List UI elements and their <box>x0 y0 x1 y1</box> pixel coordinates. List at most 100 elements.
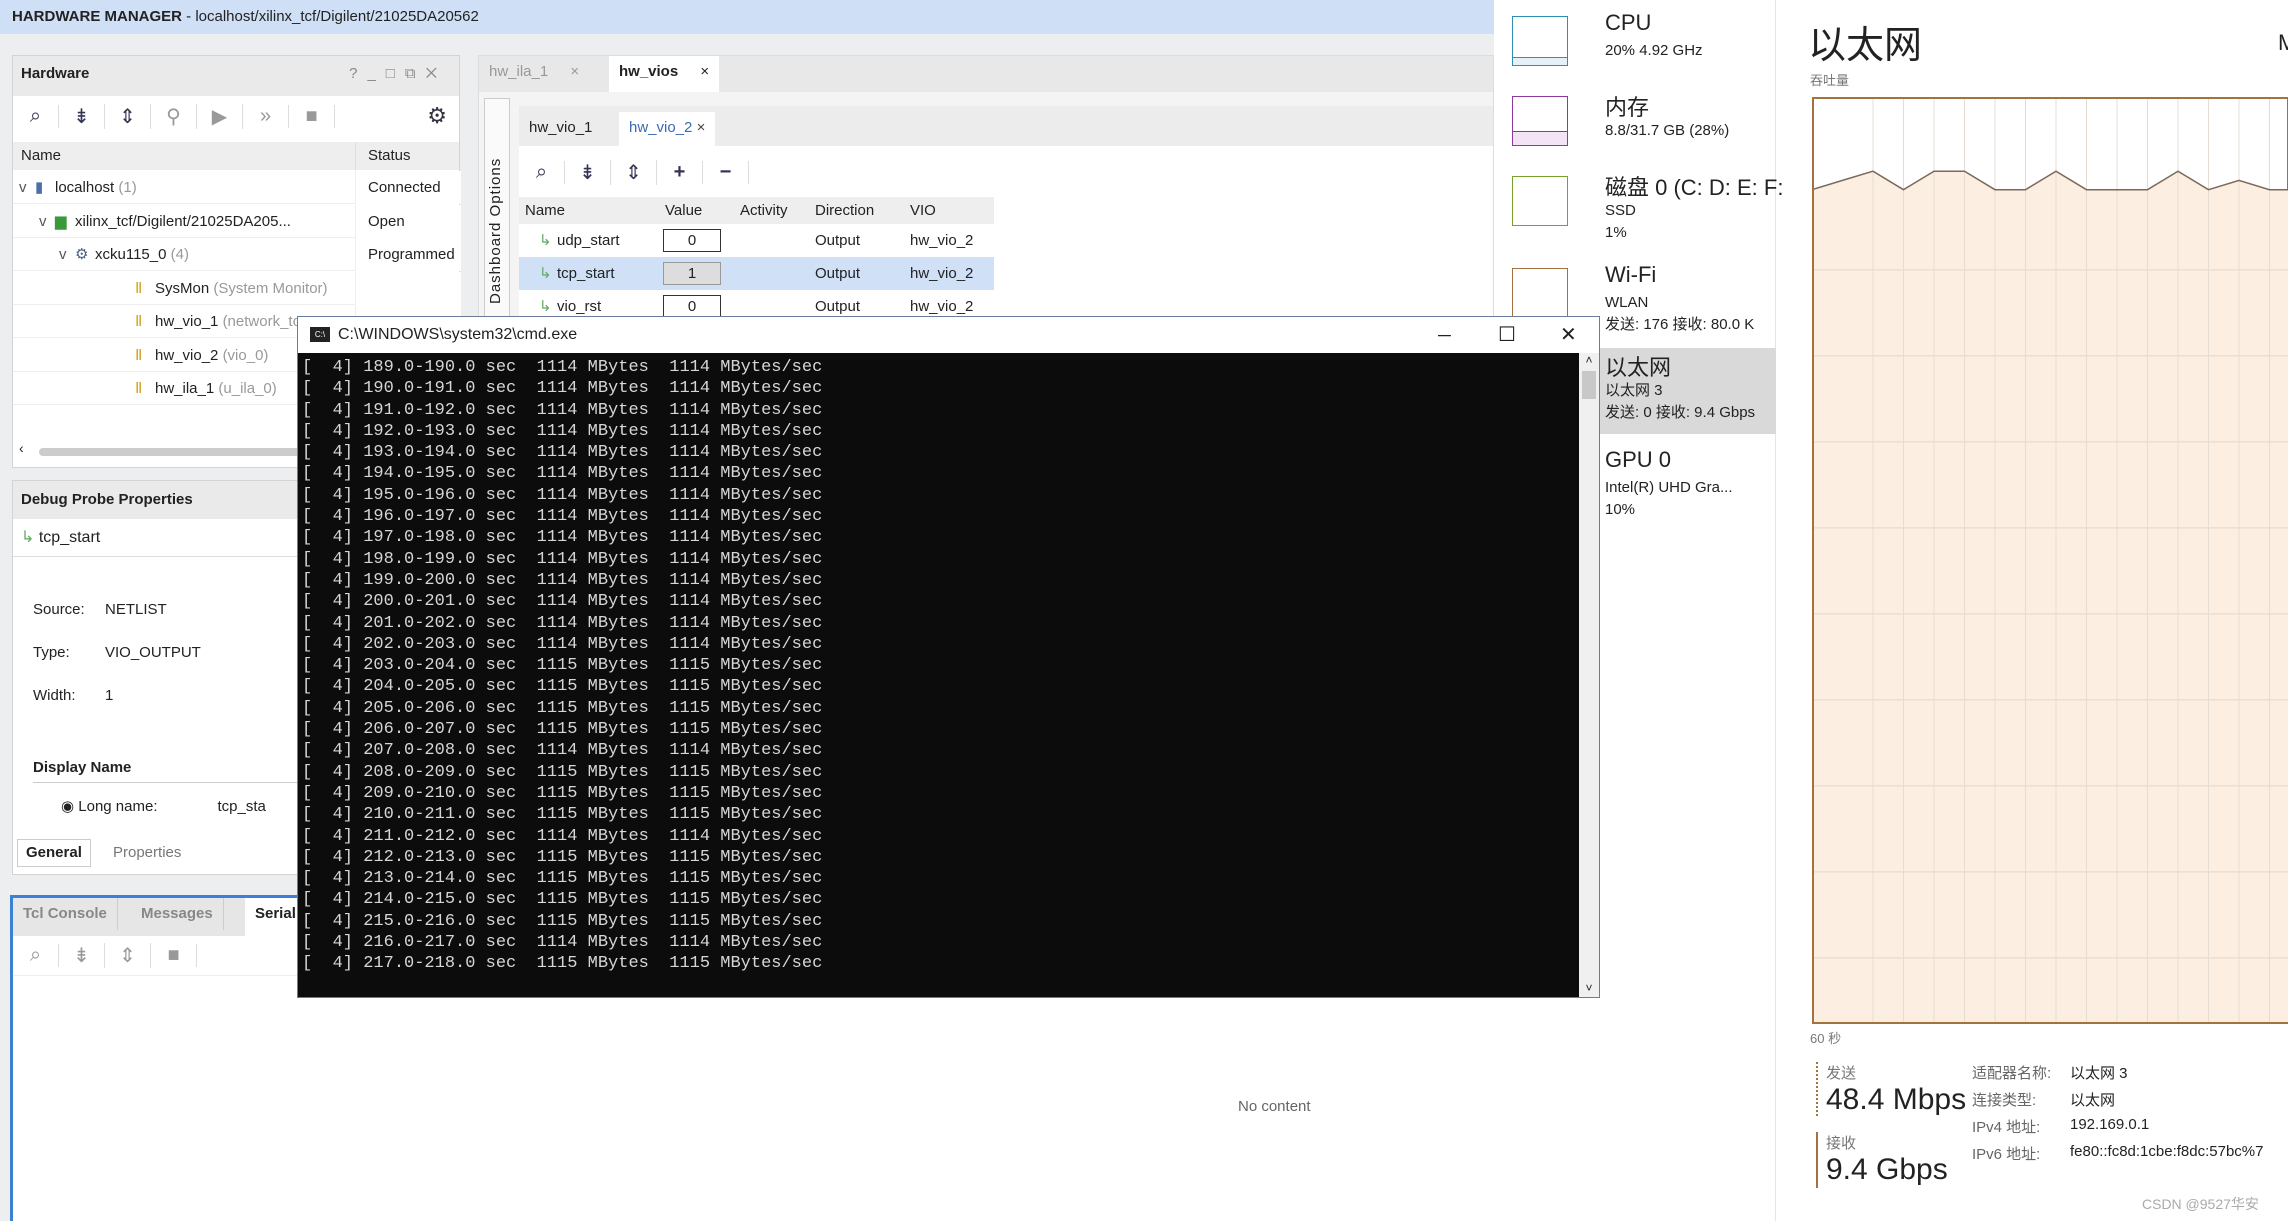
stop-icon[interactable]: ■ <box>151 944 197 967</box>
column-header[interactable]: VIO <box>910 197 936 224</box>
tree-row[interactable]: Ⅱ SysMon (System Monitor) <box>13 271 461 305</box>
probe-direction: Output <box>815 232 861 249</box>
run-forward-icon[interactable]: » <box>243 104 289 128</box>
probe-icon: ↳ <box>539 232 552 249</box>
tree-row[interactable]: v ⚙ xcku115_0 (4) Programmed <box>13 238 461 271</box>
close-icon[interactable]: × <box>700 63 709 80</box>
scroll-down-icon[interactable]: ˅ <box>1579 981 1599 995</box>
long-name-option[interactable]: ◉ Long name: tcp_sta <box>61 797 266 815</box>
expand-all-icon[interactable]: ⇕ <box>105 103 151 129</box>
auto-connect-icon[interactable]: ⚲ <box>151 103 197 129</box>
cmd-icon: C:\ <box>310 327 330 342</box>
cmd-scrollbar[interactable]: ˄ ˅ <box>1579 353 1599 997</box>
scrollbar-thumb[interactable] <box>1582 371 1596 399</box>
dashboard-options-toggle[interactable]: Dashboard Options <box>484 98 510 318</box>
resource-detail: Intel(R) UHD Gra... <box>1605 479 1733 496</box>
tree-item-status <box>355 271 461 305</box>
column-header[interactable]: Activity <box>740 197 788 224</box>
scroll-up-icon[interactable]: ˄ <box>1579 353 1599 367</box>
tree-item-status: Programmed <box>355 238 461 271</box>
tree-row[interactable]: v ▮ localhost (1) Connected <box>13 171 461 204</box>
dashboard-options-label: Dashboard Options <box>487 157 504 304</box>
probe-vio: hw_vio_2 <box>910 265 974 282</box>
cmd-line: [ 4] 196.0-197.0 sec 1114 MBytes 1114 MB… <box>302 507 823 527</box>
probe-value-input[interactable]: 0 <box>663 295 721 318</box>
collapse-all-icon[interactable]: ⇟ <box>565 159 611 185</box>
resource-detail: 20% 4.92 GHz <box>1605 42 1703 59</box>
resource-detail: 8.8/31.7 GB (28%) <box>1605 122 1730 139</box>
panel-controls[interactable]: ?_□⧉✕ <box>349 56 447 92</box>
core-icon: Ⅱ <box>135 346 143 364</box>
tab-hw-ila-1[interactable]: hw_ila_1 × <box>479 56 589 88</box>
receive-label: 接收 <box>1826 1135 1857 1152</box>
cmd-title: C:\WINDOWS\system32\cmd.exe <box>338 326 578 343</box>
tree-item-detail: (vio_0) <box>222 346 269 364</box>
vio-probe-row[interactable]: ↳ udp_start 0 Output hw_vio_2 <box>519 224 994 257</box>
tree-item-name: xilinx_tcf/Digilent/21025DA205... <box>75 212 291 230</box>
stop-icon[interactable]: ■ <box>289 104 335 128</box>
add-probe-icon[interactable]: + <box>657 160 703 184</box>
tree-row[interactable]: v ▆ xilinx_tcf/Digilent/21025DA205... Open <box>13 204 461 238</box>
tab-hw-vios[interactable]: hw_vios × <box>609 56 720 92</box>
cmd-line: [ 4] 211.0-212.0 sec 1114 MBytes 1114 MB… <box>302 826 823 846</box>
col-name[interactable]: Name <box>21 142 61 170</box>
close-icon[interactable]: ✕ <box>1560 317 1577 353</box>
resource-name: 以太网 <box>1605 355 1672 380</box>
search-icon[interactable]: ⌕ <box>13 944 59 967</box>
cmd-line: [ 4] 207.0-208.0 sec 1114 MBytes 1114 MB… <box>302 741 823 761</box>
scroll-left-icon[interactable]: ‹ <box>19 440 24 456</box>
resource-item[interactable]: 内存 8.8/31.7 GB (28%) <box>1494 88 1776 174</box>
collapse-all-icon[interactable]: ⇟ <box>59 943 105 968</box>
cmd-output[interactable]: [ 4] 189.0-190.0 sec 1114 MBytes 1114 MB… <box>298 353 1578 997</box>
radio-selected-icon[interactable]: ◉ <box>61 798 78 815</box>
vio-probe-table: Name Value Activity Direction VIO ↳ udp_start 0… <box>519 197 994 323</box>
probe-value-input[interactable]: 1 <box>663 262 721 285</box>
cmd-line: [ 4] 195.0-196.0 sec 1114 MBytes 1114 MB… <box>302 485 823 505</box>
resource-detail: 以太网 3 <box>1605 382 1663 399</box>
cmd-titlebar[interactable]: C:\ C:\WINDOWS\system32\cmd.exe ─ ☐ ✕ <box>298 317 1599 353</box>
resource-detail: WLAN <box>1605 294 1649 311</box>
vio-probe-row[interactable]: ↳ tcp_start 1 Output hw_vio_2 <box>519 257 994 290</box>
receive-value: 9.4 Gbps <box>1826 1153 1948 1186</box>
tab-messages[interactable]: Messages <box>131 898 224 930</box>
tree-item-detail: (4) <box>170 246 189 263</box>
detail-label: IPv4 地址: <box>1972 1119 2041 1136</box>
tab-hw-vio-1[interactable]: hw_vio_1 <box>519 112 602 144</box>
property-value: 1 <box>105 687 114 704</box>
column-header[interactable]: Value <box>665 197 702 224</box>
resource-detail: 10% <box>1605 501 1636 518</box>
expand-all-icon[interactable]: ⇕ <box>611 159 657 185</box>
tab-hw-vio-2[interactable]: hw_vio_2 × <box>619 112 716 146</box>
resource-item[interactable]: 磁盘 0 (C: D: E: F: SSD 1% <box>1494 168 1783 254</box>
column-header[interactable]: Direction <box>815 197 874 224</box>
tab-general[interactable]: General <box>17 839 91 867</box>
close-icon[interactable]: × <box>570 63 579 80</box>
detail-title: 以太网 <box>1808 25 1923 67</box>
column-header[interactable]: Name <box>525 197 565 224</box>
maximize-icon[interactable]: ☐ <box>1498 317 1516 353</box>
cmd-line: [ 4] 193.0-194.0 sec 1114 MBytes 1114 MB… <box>302 443 823 463</box>
cmd-line: [ 4] 197.0-198.0 sec 1114 MBytes 1114 MB… <box>302 528 823 548</box>
chevron-down-icon[interactable]: v <box>39 205 47 238</box>
cmd-line: [ 4] 194.0-195.0 sec 1114 MBytes 1114 MB… <box>302 464 823 484</box>
expand-all-icon[interactable]: ⇕ <box>105 943 151 968</box>
collapse-all-icon[interactable]: ⇟ <box>59 103 105 129</box>
resource-detail: 发送: 0 接收: 9.4 Gbps <box>1605 404 1756 421</box>
search-icon[interactable]: ⌕ <box>519 160 565 184</box>
chevron-down-icon[interactable]: v <box>59 238 67 271</box>
gear-icon[interactable]: ⚙ <box>427 103 447 129</box>
close-icon[interactable]: × <box>697 119 706 136</box>
remove-probe-icon[interactable]: − <box>703 160 749 184</box>
resource-thumbnail <box>1512 16 1568 66</box>
minimize-icon[interactable]: ─ <box>1438 317 1451 353</box>
tab-properties[interactable]: Properties <box>113 839 181 867</box>
search-icon[interactable]: ⌕ <box>13 104 59 128</box>
detail-label: 适配器名称: <box>1972 1065 2052 1082</box>
col-status[interactable]: Status <box>355 142 411 170</box>
window-title: HARDWARE MANAGER - localhost/xilinx_tcf/… <box>0 0 1494 34</box>
resource-item[interactable]: CPU 20% 4.92 GHz <box>1494 8 1776 94</box>
chevron-down-icon[interactable]: v <box>19 171 27 204</box>
tab-tcl-console[interactable]: Tcl Console <box>13 898 118 930</box>
run-icon[interactable]: ▶ <box>197 103 243 129</box>
probe-value-input[interactable]: 0 <box>663 229 721 252</box>
